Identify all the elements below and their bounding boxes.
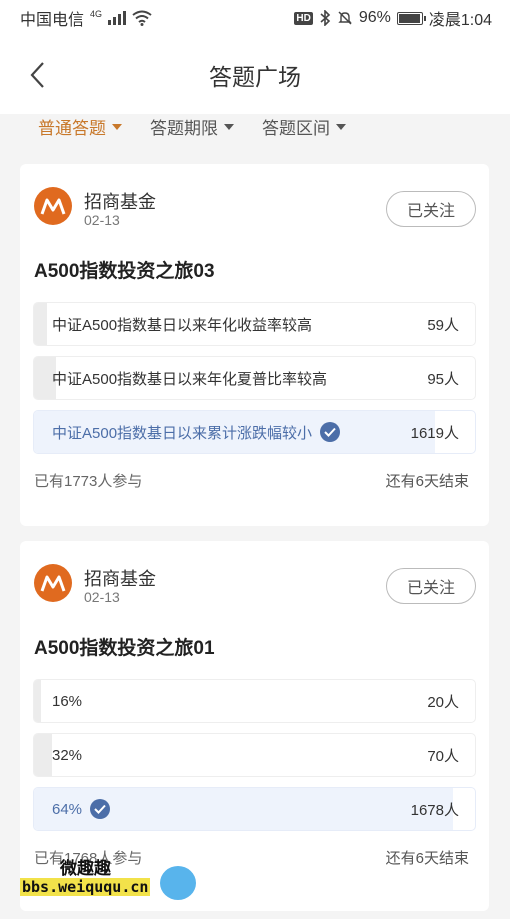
question-title: A500指数投资之旅01 — [34, 638, 215, 659]
option-label: 中证A500指数基日以来年化夏普比率较高 — [52, 357, 327, 399]
option-count: 70人 — [427, 747, 459, 765]
option-count: 1678人 — [410, 801, 459, 819]
option-text: 16% — [52, 692, 83, 710]
status-right: HD 96% 凌晨1:04 — [294, 6, 492, 30]
option-text: 中证A500指数基日以来年化夏普比率较高 — [52, 370, 328, 388]
check-circle-icon — [90, 799, 111, 819]
quiz-card: 招商基金 02-13 已关注 A500指数投资之旅03 中证A500指数基日以来… — [20, 164, 489, 526]
filter-label: 答题期限 — [150, 119, 218, 138]
clock: 凌晨1:04 — [428, 12, 492, 29]
filter-bar: 普通答题 答题期限 答题区间 — [0, 114, 510, 148]
watermark-text: 微趣趣 — [60, 859, 111, 878]
post-date: 02-13 — [84, 212, 120, 228]
time-remaining: 还有6天结束 — [385, 473, 469, 490]
mascot-icon — [160, 866, 196, 900]
check-circle-icon — [320, 422, 341, 442]
participant-count: 已有1773人参与 — [34, 473, 143, 490]
post-date: 02-13 — [84, 589, 120, 605]
answer-option[interactable]: 16% 20人 — [33, 679, 476, 723]
option-label: 32% — [52, 734, 82, 776]
battery-icon — [396, 11, 426, 25]
carrier-label: 中国电信 — [20, 12, 85, 29]
option-share-bar — [34, 303, 48, 345]
fund-logo-icon — [34, 187, 72, 225]
follow-button[interactable]: 已关注 — [386, 568, 476, 604]
caret-down-icon — [112, 123, 122, 130]
option-share-bar — [34, 734, 52, 776]
time-remaining: 还有6天结束 — [385, 850, 469, 867]
answer-option[interactable]: 中证A500指数基日以来年化收益率较高 59人 — [33, 302, 476, 346]
option-share-bar — [34, 680, 41, 722]
wifi-icon — [132, 10, 152, 26]
status-left: 中国电信 4G — [20, 6, 152, 30]
answer-option[interactable]: 中证A500指数基日以来年化夏普比率较高 95人 — [33, 356, 476, 400]
signal-icon — [108, 11, 127, 25]
option-label: 中证A500指数基日以来累计涨跌幅较小 — [52, 411, 341, 453]
question-title: A500指数投资之旅03 — [34, 261, 215, 282]
option-text: 64% — [52, 800, 83, 818]
filter-quiz-range[interactable]: 答题区间 — [262, 114, 346, 139]
filter-label: 答题区间 — [262, 119, 330, 138]
follow-button[interactable]: 已关注 — [386, 191, 476, 227]
nav-bar: 答题广场 — [0, 36, 510, 114]
mute-bell-icon — [338, 11, 352, 25]
back-button[interactable] — [22, 58, 52, 92]
status-bar: 中国电信 4G HD 96% 凌晨1:04 — [0, 0, 510, 36]
page-title: 答题广场 — [209, 64, 301, 90]
site-watermark: 微趣趣 bbs.weiququ.cn — [20, 854, 200, 904]
option-count: 59人 — [427, 316, 459, 334]
hd-badge: HD — [294, 11, 313, 25]
option-label: 64% — [52, 788, 111, 830]
chevron-left-icon — [30, 62, 44, 88]
option-text: 32% — [52, 746, 83, 764]
option-label: 16% — [52, 680, 82, 722]
option-count: 20人 — [427, 693, 459, 711]
battery-percent: 96% — [358, 9, 391, 26]
fund-logo-icon — [34, 564, 72, 602]
answer-option-selected[interactable]: 中证A500指数基日以来累计涨跌幅较小 1619人 — [33, 410, 476, 454]
caret-down-icon — [224, 123, 234, 130]
answer-option-selected[interactable]: 64% 1678人 — [33, 787, 476, 831]
answer-option[interactable]: 32% 70人 — [33, 733, 476, 777]
watermark-url: bbs.weiququ.cn — [20, 878, 151, 896]
option-count: 1619人 — [410, 424, 459, 442]
filter-label: 普通答题 — [38, 119, 106, 138]
org-name: 招商基金 — [84, 569, 156, 589]
org-name: 招商基金 — [84, 192, 156, 212]
option-label: 中证A500指数基日以来年化收益率较高 — [52, 303, 312, 345]
filter-quiz-deadline[interactable]: 答题期限 — [150, 114, 234, 139]
option-count: 95人 — [427, 370, 459, 388]
network-type: 4G — [90, 9, 103, 19]
filter-normal-quiz[interactable]: 普通答题 — [38, 114, 122, 139]
option-text: 中证A500指数基日以来年化收益率较高 — [52, 316, 313, 334]
option-text: 中证A500指数基日以来累计涨跌幅较小 — [52, 424, 313, 442]
caret-down-icon — [336, 123, 346, 130]
bluetooth-icon — [320, 10, 330, 26]
